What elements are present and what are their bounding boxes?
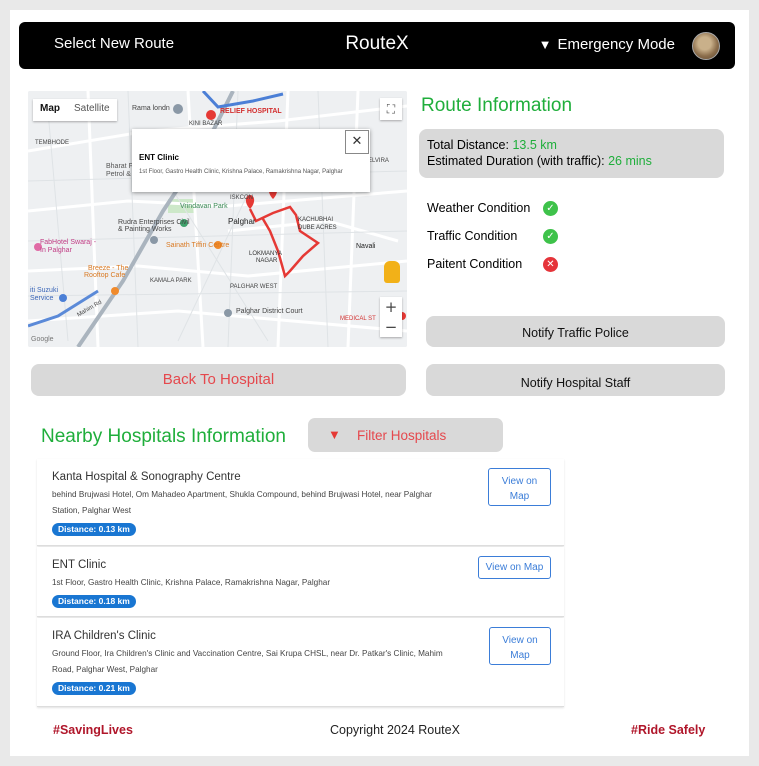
map-label: Service: [30, 295, 54, 302]
fullscreen-icon[interactable]: ⛶: [380, 98, 402, 120]
zoom-in-button[interactable]: +: [380, 297, 402, 317]
map-label: ISKCON: [230, 195, 254, 201]
map-label: NAGAR: [256, 258, 278, 264]
view-on-map-button[interactable]: View on Map: [488, 468, 551, 506]
street-view-pegman-icon[interactable]: [384, 261, 400, 283]
distance-badge: Distance: 0.13 km: [52, 523, 136, 536]
map-label: FabHotel Swaraj -: [40, 239, 97, 246]
hospital-list: Kanta Hospital & Sonography Centre behin…: [37, 459, 564, 707]
poi-icon: [224, 309, 232, 317]
map-label: Rooftop Cafe: [84, 272, 126, 279]
map-label: Palghar District Court: [236, 308, 303, 315]
back-to-hospital-button[interactable]: Back To Hospital: [31, 364, 406, 396]
total-distance: Total Distance: 13.5 km: [427, 138, 557, 152]
zoom-control: + −: [380, 297, 402, 337]
footer-hashtag-saving-lives: #SavingLives: [53, 723, 133, 737]
hospital-address: behind Brujwasi Hotel, Om Mahadeo Apartm…: [52, 490, 433, 515]
google-logo: Google: [31, 336, 54, 343]
poi-icon: [173, 104, 183, 114]
map-type-control: Map Satellite: [33, 99, 117, 121]
avatar[interactable]: [692, 32, 720, 60]
map-label: PALGHAR WEST: [230, 284, 278, 290]
close-icon[interactable]: ✕: [345, 130, 369, 154]
map-label: Sainath Tiffin Centre: [166, 242, 230, 249]
hospital-name: IRA Children's Clinic: [52, 630, 156, 642]
emergency-mode-label: Emergency Mode: [557, 36, 675, 53]
check-icon: ✓: [543, 201, 558, 216]
info-address: 1st Floor, Gastro Health Clinic, Krishna…: [139, 169, 343, 175]
map-label: KAMALA PARK: [150, 278, 192, 284]
hospital-name: ENT Clinic: [52, 559, 107, 571]
view-on-map-button[interactable]: View on Map: [489, 627, 551, 665]
info-title: ENT Clinic: [139, 153, 180, 162]
distance-badge: Distance: 0.21 km: [52, 682, 136, 695]
hospital-address: Ground Floor, Ira Children's Clinic and …: [52, 649, 443, 674]
traffic-condition-label: Traffic Condition: [427, 229, 518, 243]
map-label: DUBE ACRES: [298, 225, 337, 231]
top-navbar: Select New Route RouteX ▼ Emergency Mode: [19, 22, 735, 69]
hospital-name: Kanta Hospital & Sonography Centre: [52, 471, 241, 483]
footer-hashtag-ride-safely: #Ride Safely: [631, 723, 706, 737]
satellite-tab[interactable]: Satellite: [67, 99, 117, 121]
filter-hospitals-button[interactable]: ▼ Filter Hospitals: [308, 418, 503, 452]
hospital-poi-icon: [206, 110, 216, 120]
route-info-title: Route Information: [421, 95, 573, 116]
cross-icon: ✕: [543, 257, 558, 272]
distance-label: Total Distance:: [427, 138, 513, 152]
emergency-mode-toggle[interactable]: ▼ Emergency Mode: [539, 36, 675, 53]
map-label: KINI BAZAR: [189, 121, 223, 127]
estimated-duration: Estimated Duration (with traffic): 26 mi…: [427, 154, 652, 168]
map-label: Rudra Enterprises Civil: [118, 219, 190, 226]
footer-copyright: Copyright 2024 RouteX: [330, 723, 460, 737]
map-label: Vrindavan Park: [180, 203, 228, 210]
check-icon: ✓: [543, 229, 558, 244]
route-summary-box: Total Distance: 13.5 km Estimated Durati…: [419, 129, 724, 178]
map-label: & Painting Works: [118, 226, 172, 233]
view-on-map-button[interactable]: View on Map: [478, 556, 551, 579]
map-label: Breeze - The: [88, 265, 129, 272]
map-label: MEDICAL ST: [340, 316, 376, 322]
hospital-card: ENT Clinic 1st Floor, Gastro Health Clin…: [37, 547, 564, 617]
weather-condition-label: Weather Condition: [427, 201, 531, 215]
patient-condition-label: Paitent Condition: [427, 257, 523, 271]
poi-icon: [150, 236, 158, 244]
route-map[interactable]: RELIEF HOSPITAL Rama londn KINI BAZAR TE…: [28, 91, 407, 347]
map-tab[interactable]: Map: [33, 99, 67, 121]
map-label: KACHUBHAI: [298, 217, 334, 223]
hospital-card: Kanta Hospital & Sonography Centre behin…: [37, 459, 564, 546]
map-label: Rama londn: [132, 105, 170, 112]
duration-value: 26 mins: [608, 154, 652, 168]
map-label: In Palghar: [40, 247, 72, 254]
map-label: TEMBHODE: [35, 140, 70, 146]
triangle-down-icon: ▼: [538, 37, 552, 52]
duration-label: Estimated Duration (with traffic):: [427, 154, 609, 168]
zoom-out-button[interactable]: −: [380, 317, 402, 337]
map-label: ELVIRA: [368, 158, 389, 164]
map-label: Bharat F: [106, 163, 133, 170]
distance-badge: Distance: 0.18 km: [52, 595, 136, 608]
notify-hospital-staff-button[interactable]: Notify Hospital Staff: [426, 364, 725, 396]
nearby-hospitals-title: Nearby Hospitals Information: [41, 426, 286, 447]
map-label: Navali: [356, 243, 376, 250]
triangle-down-icon: ▼: [328, 427, 341, 442]
poi-icon: [59, 294, 67, 302]
map-label: iti Suzuki: [30, 287, 59, 294]
hospital-address: 1st Floor, Gastro Health Clinic, Krishna…: [52, 578, 331, 587]
filter-label: Filter Hospitals: [357, 428, 447, 443]
hospital-card: IRA Children's Clinic Ground Floor, Ira …: [37, 618, 564, 707]
distance-value: 13.5 km: [512, 138, 557, 152]
map-label: RELIEF HOSPITAL: [220, 108, 282, 115]
map-label: Palghar: [228, 217, 256, 226]
poi-icon: [111, 287, 119, 295]
map-label: LOKMANYA: [249, 251, 282, 257]
notify-traffic-police-button[interactable]: Notify Traffic Police: [426, 316, 725, 347]
page: Select New Route RouteX ▼Emergency Mode: [10, 10, 749, 756]
map-info-window: ENT Clinic 1st Floor, Gastro Health Clin…: [132, 129, 370, 192]
